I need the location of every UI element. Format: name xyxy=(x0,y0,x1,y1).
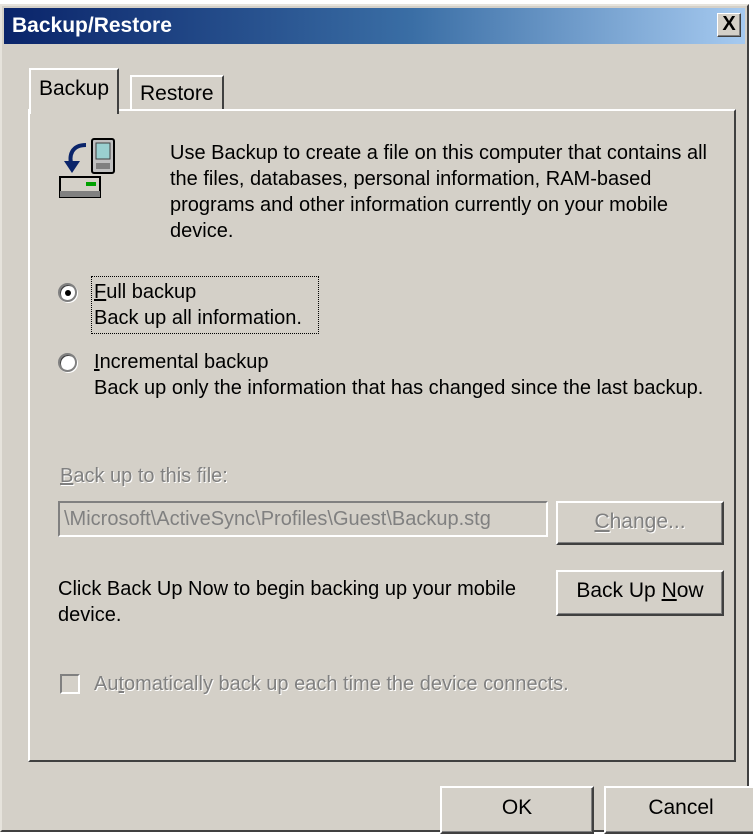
backup-file-path-field[interactable] xyxy=(58,501,548,537)
full-backup-label[interactable]: Full backup xyxy=(94,279,196,305)
close-button[interactable]: X xyxy=(717,13,741,37)
backup-tab-panel: Use Backup to create a file on this comp… xyxy=(28,109,736,762)
window-title: Backup/Restore xyxy=(12,14,172,37)
incremental-backup-label[interactable]: Incremental backup xyxy=(94,349,269,375)
cancel-button[interactable]: Cancel xyxy=(604,786,753,834)
backup-intro-text: Use Backup to create a file on this comp… xyxy=(170,142,707,242)
incremental-backup-radio[interactable] xyxy=(58,353,77,372)
title-bar[interactable]: Backup/Restore X xyxy=(4,8,745,44)
back-up-now-button[interactable]: Back Up Now xyxy=(556,570,724,616)
backup-device-icon xyxy=(56,137,126,205)
full-backup-radio[interactable] xyxy=(58,283,77,302)
backup-file-label: Back up to this file: xyxy=(60,465,228,487)
tab-backup[interactable]: Backup xyxy=(29,68,120,114)
backup-now-instructions: Click Back Up Now to begin backing up yo… xyxy=(58,578,516,626)
auto-backup-label: Automatically back up each time the devi… xyxy=(94,673,569,695)
tab-restore[interactable]: Restore xyxy=(130,75,224,109)
ok-button[interactable]: OK xyxy=(440,786,594,834)
change-button[interactable]: Change... xyxy=(556,501,724,545)
incremental-backup-description: Back up only the information that has ch… xyxy=(94,377,704,399)
backup-restore-dialog: Backup/Restore X Backup Restore Use Back… xyxy=(0,4,753,834)
full-backup-description: Back up all information. xyxy=(94,307,302,329)
auto-backup-checkbox[interactable] xyxy=(60,674,80,694)
